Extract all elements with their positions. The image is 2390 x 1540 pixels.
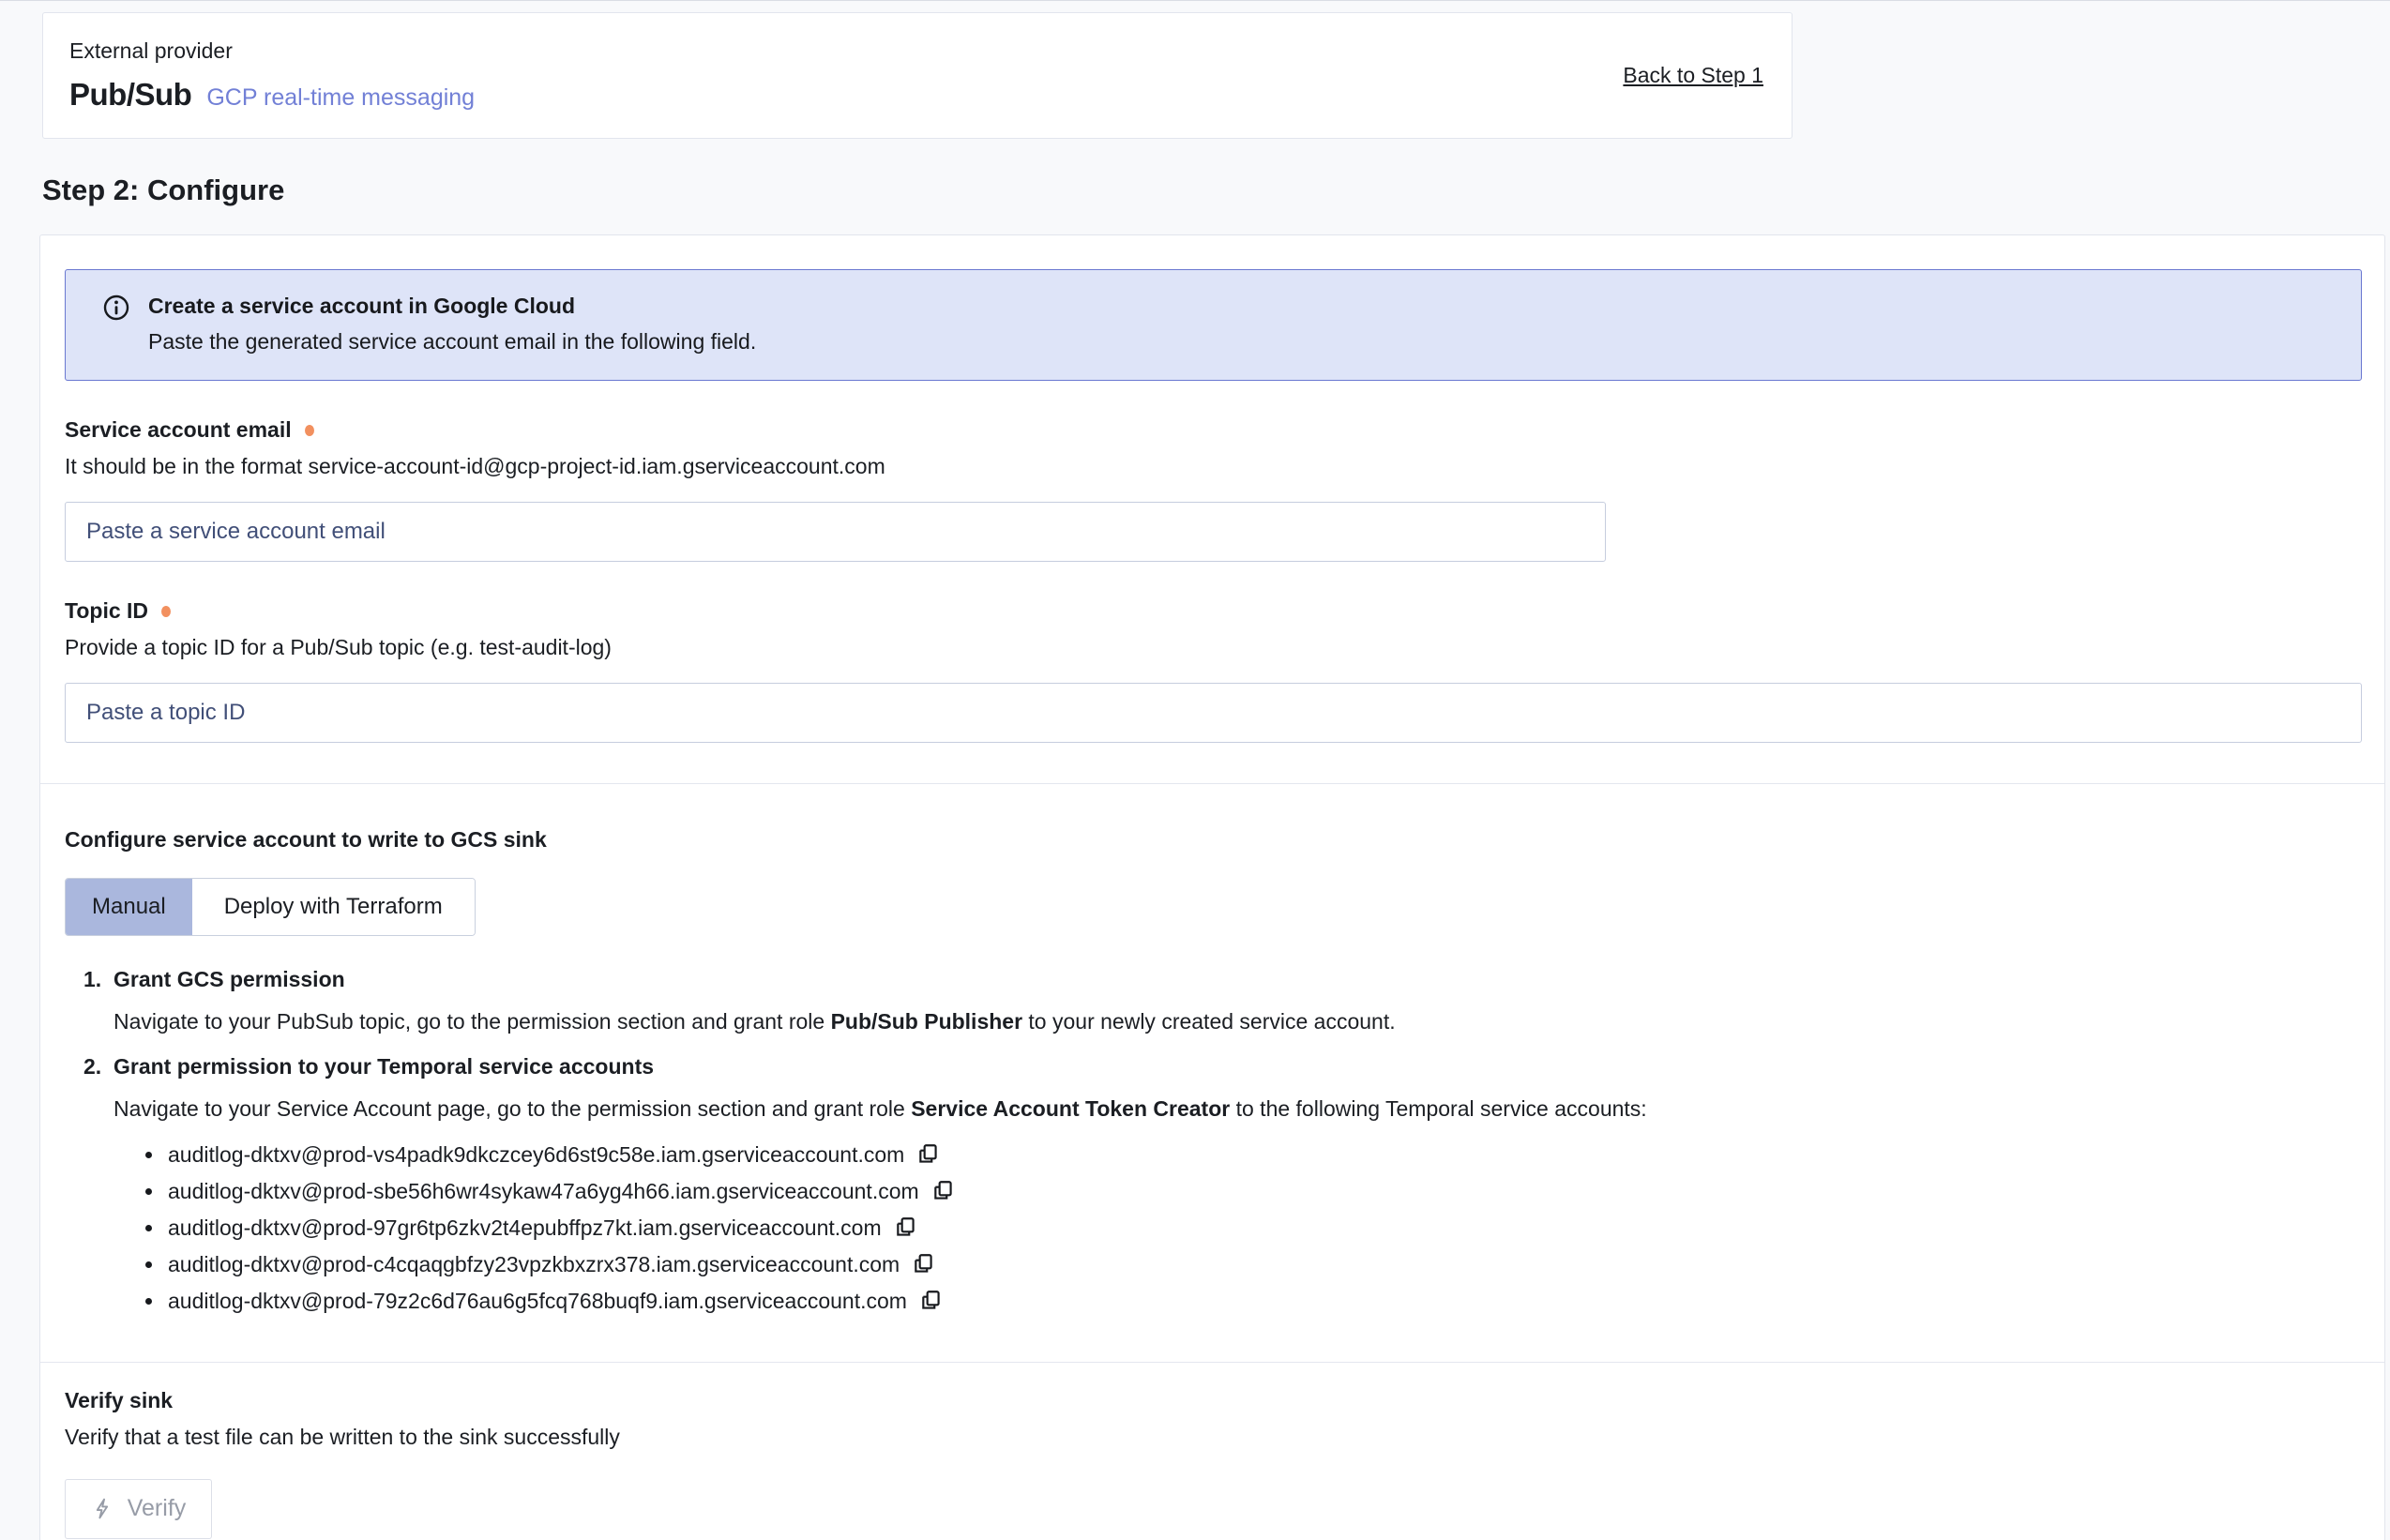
copy-button[interactable]	[931, 1179, 956, 1203]
step-2-title-row: 2. Grant permission to your Temporal ser…	[65, 1054, 2362, 1080]
copy-icon	[894, 1215, 918, 1240]
step-2-body: Navigate to your Service Account page, g…	[113, 1095, 2362, 1124]
tab-manual[interactable]: Manual	[66, 879, 192, 935]
verify-button-label: Verify	[128, 1495, 187, 1522]
service-account-email-helper: It should be in the format service-accou…	[65, 454, 2362, 479]
service-account-email-label: Service account email	[65, 417, 292, 443]
verify-sink-title: Verify sink	[65, 1388, 2362, 1413]
list-item: auditlog-dktxv@prod-sbe56h6wr4sykaw47a6y…	[145, 1173, 2362, 1210]
step-2-role-name: Service Account Token Creator	[911, 1096, 1230, 1121]
required-indicator	[161, 606, 171, 617]
temporal-service-account-list: auditlog-dktxv@prod-vs4padk9dkczcey6d6st…	[145, 1137, 2362, 1320]
topic-id-helper: Provide a topic ID for a Pub/Sub topic (…	[65, 635, 2362, 660]
copy-icon	[916, 1142, 941, 1167]
provider-description: GCP real-time messaging	[206, 84, 475, 112]
step-1-body-suffix: to your newly created service account.	[1022, 1009, 1396, 1034]
copy-button[interactable]	[919, 1289, 944, 1313]
service-account-email-input[interactable]	[65, 502, 1606, 562]
section-divider	[40, 1362, 2384, 1363]
topic-id-label: Topic ID	[65, 598, 148, 624]
step-number: 2.	[83, 1054, 113, 1080]
step-1-body: Navigate to your PubSub topic, go to the…	[113, 1008, 2362, 1036]
back-to-step-1-link[interactable]: Back to Step 1	[1623, 63, 1763, 88]
info-alert: Create a service account in Google Cloud…	[65, 269, 2362, 381]
bolt-icon	[91, 1497, 114, 1520]
service-account-email-1: auditlog-dktxv@prod-sbe56h6wr4sykaw47a6y…	[168, 1179, 919, 1204]
bullet	[145, 1225, 152, 1231]
deploy-method-tabs: Manual Deploy with Terraform	[65, 878, 476, 936]
page-title: Step 2: Configure	[42, 174, 2390, 207]
bullet	[145, 1261, 152, 1268]
step-1-title-row: 1. Grant GCS permission	[65, 967, 2362, 992]
manual-steps: 1. Grant GCS permission Navigate to your…	[65, 967, 2362, 1320]
configure-card: Create a service account in Google Cloud…	[39, 234, 2385, 1540]
info-alert-description: Paste the generated service account emai…	[148, 329, 756, 355]
service-account-email-0: auditlog-dktxv@prod-vs4padk9dkczcey6d6st…	[168, 1142, 904, 1168]
copy-icon	[912, 1252, 936, 1276]
copy-button[interactable]	[894, 1215, 918, 1240]
copy-icon	[919, 1289, 944, 1313]
service-account-email-2: auditlog-dktxv@prod-97gr6tp6zkv2t4epubff…	[168, 1215, 882, 1241]
info-icon	[103, 294, 129, 355]
bullet	[145, 1188, 152, 1195]
copy-button[interactable]	[916, 1142, 941, 1167]
required-indicator	[305, 425, 314, 436]
configure-section-title: Configure service account to write to GC…	[65, 827, 2362, 853]
info-alert-title: Create a service account in Google Cloud	[148, 294, 756, 319]
verify-sink-helper: Verify that a test file can be written t…	[65, 1425, 2362, 1450]
bullet	[145, 1298, 152, 1305]
bullet	[145, 1152, 152, 1158]
step-1-title: Grant GCS permission	[113, 967, 345, 992]
provider-name: Pub/Sub	[69, 77, 191, 113]
step-1-role-name: Pub/Sub Publisher	[831, 1009, 1022, 1034]
topic-id-input[interactable]	[65, 683, 2362, 743]
copy-button[interactable]	[912, 1252, 936, 1276]
verify-button[interactable]: Verify	[65, 1479, 212, 1539]
provider-info: External provider Pub/Sub GCP real-time …	[69, 38, 475, 113]
step-1-body-text: Navigate to your PubSub topic, go to the…	[113, 1009, 831, 1034]
service-account-email-4: auditlog-dktxv@prod-79z2c6d76au6g5fcq768…	[168, 1289, 907, 1314]
topic-id-field-group: Topic ID Provide a topic ID for a Pub/Su…	[65, 598, 2362, 743]
service-account-email-3: auditlog-dktxv@prod-c4cqaqgbfzy23vpzkbxz…	[168, 1252, 900, 1277]
step-2-body-text: Navigate to your Service Account page, g…	[113, 1096, 911, 1121]
list-item: auditlog-dktxv@prod-97gr6tp6zkv2t4epubff…	[145, 1210, 2362, 1246]
step-2-title: Grant permission to your Temporal servic…	[113, 1054, 654, 1080]
tab-deploy-with-terraform[interactable]: Deploy with Terraform	[192, 879, 475, 935]
copy-icon	[931, 1179, 956, 1203]
provider-card: External provider Pub/Sub GCP real-time …	[42, 12, 1792, 139]
list-item: auditlog-dktxv@prod-79z2c6d76au6g5fcq768…	[145, 1283, 2362, 1320]
list-item: auditlog-dktxv@prod-c4cqaqgbfzy23vpzkbxz…	[145, 1246, 2362, 1283]
step-2-body-suffix: to the following Temporal service accoun…	[1230, 1096, 1646, 1121]
provider-label: External provider	[69, 38, 475, 64]
service-account-email-field-group: Service account email It should be in th…	[65, 417, 2362, 562]
list-item: auditlog-dktxv@prod-vs4padk9dkczcey6d6st…	[145, 1137, 2362, 1173]
section-divider	[40, 783, 2384, 784]
step-number: 1.	[83, 967, 113, 992]
